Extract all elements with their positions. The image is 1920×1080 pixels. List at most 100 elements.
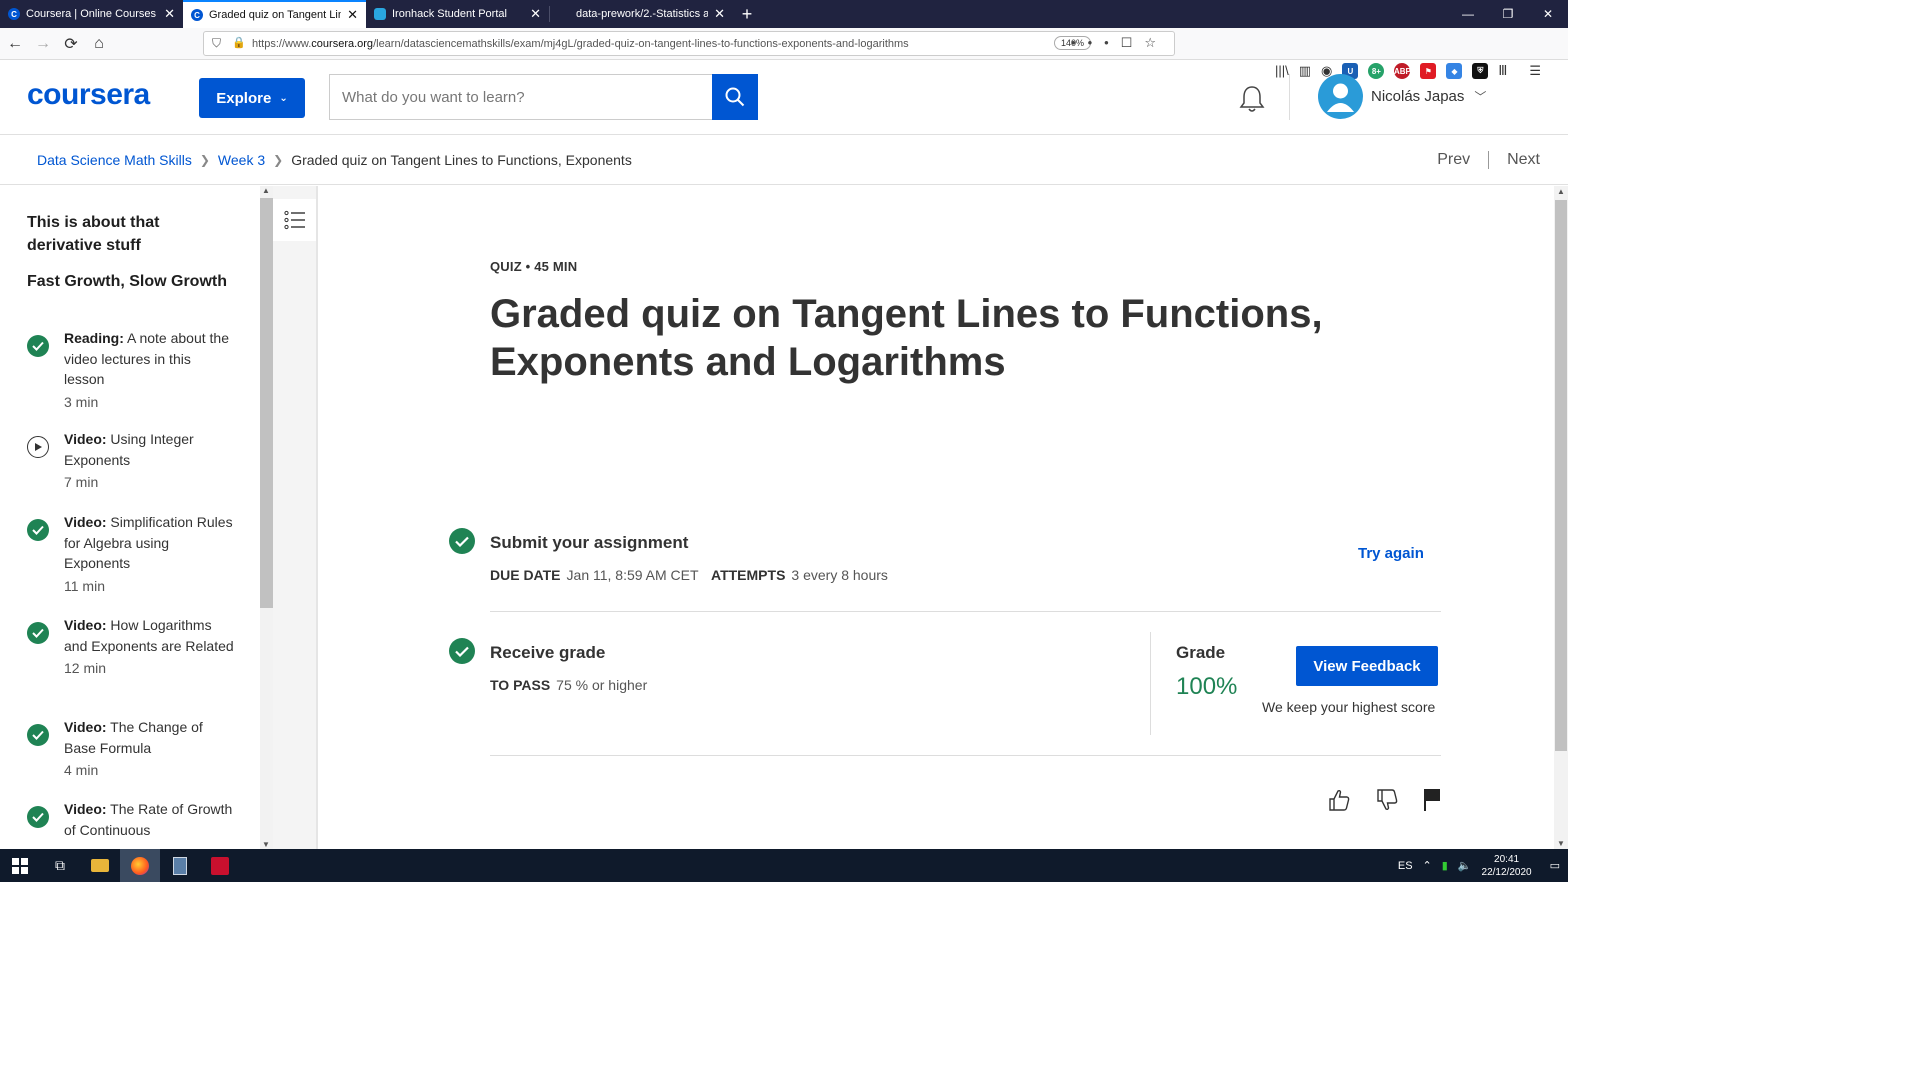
attempts: ATTEMPTS 3 every 8 hours [711, 567, 888, 583]
close-tab-icon[interactable]: ✕ [347, 7, 358, 23]
scrollbar-thumb[interactable] [1555, 200, 1567, 751]
notification-center-icon[interactable]: ▭ [1550, 859, 1560, 872]
coursera-favicon-icon: C [8, 8, 20, 20]
course-outline-sidebar: This is about that derivative stuff Fast… [0, 186, 260, 849]
main-scrollbar[interactable]: ▲ ▼ [1554, 186, 1568, 849]
input-language[interactable]: ES [1398, 860, 1413, 872]
search-icon [725, 87, 745, 107]
search-input[interactable]: What do you want to learn? [329, 74, 712, 120]
user-menu[interactable]: Nicolás Japas ﹀ [1371, 88, 1486, 105]
lock-icon[interactable]: 🔒 [232, 36, 246, 49]
minimize-icon[interactable]: — [1448, 0, 1488, 28]
scroll-down-icon[interactable]: ▼ [1557, 839, 1565, 848]
tab-graded-quiz[interactable]: C Graded quiz on Tangent Lines t ✕ [183, 0, 366, 28]
coursera-favicon-icon: C [191, 9, 203, 21]
breadcrumb-week-link[interactable]: Week 3 [218, 152, 265, 168]
avatar[interactable] [1318, 74, 1363, 119]
forward-icon[interactable]: → [30, 31, 56, 57]
try-again-button[interactable]: Try again [1358, 545, 1424, 562]
browser-tab-bar: C Coursera | Online Courses & Cr ✕ C Gra… [0, 0, 1568, 28]
play-video-icon [27, 436, 49, 458]
tab-coursera[interactable]: C Coursera | Online Courses & Cr ✕ [0, 0, 183, 28]
highest-score-note: We keep your highest score [1262, 699, 1436, 715]
breadcrumb-course-link[interactable]: Data Science Math Skills [37, 152, 192, 168]
battery-lock-icon[interactable]: ▮ [1442, 859, 1448, 872]
grade-label: Grade [1176, 643, 1226, 662]
notifications-bell-icon[interactable] [1238, 84, 1266, 119]
outline-toggle-rail [273, 186, 318, 849]
shield-icon[interactable]: ⛉ [212, 36, 221, 51]
quiz-main-panel: QUIZ • 45 MIN Graded quiz on Tangent Lin… [320, 186, 1554, 849]
grade-value: 100% [1176, 673, 1238, 700]
submit-assignment-heading: Submit your assignment [490, 533, 689, 552]
new-tab-button[interactable]: + [733, 0, 761, 28]
tab-ironhack[interactable]: Ironhack Student Portal ✕ [366, 0, 549, 28]
scroll-down-icon[interactable]: ▼ [262, 840, 270, 849]
quiz-kicker: QUIZ • 45 MIN [490, 259, 578, 274]
completed-check-icon [27, 724, 49, 746]
divider [490, 611, 1441, 612]
search-button[interactable] [712, 74, 758, 120]
prev-link[interactable]: Prev [1437, 151, 1470, 169]
tab-data-prework[interactable]: data-prework/2.-Statistics at m ✕ [550, 0, 733, 28]
chevron-down-icon: ﹀ [1474, 90, 1487, 104]
url-text: https://www.coursera.org/learn/datascien… [252, 37, 909, 50]
close-tab-icon[interactable]: ✕ [530, 6, 541, 22]
prev-next-nav: Prev Next [1437, 151, 1540, 169]
task-view-icon[interactable]: ⧉ [40, 849, 80, 882]
firefox-icon[interactable] [120, 849, 160, 882]
scroll-up-icon[interactable]: ▲ [262, 186, 270, 195]
thumbs-down-icon[interactable] [1375, 788, 1399, 812]
header-divider [1289, 74, 1290, 120]
receive-grade-heading: Receive grade [490, 643, 606, 662]
file-explorer-icon[interactable] [80, 849, 120, 882]
sidebar-scrollbar[interactable]: ▲ ▼ [260, 186, 273, 849]
page-actions[interactable]: •••☐☆ [1071, 35, 1168, 51]
window-controls: — ❐ ✕ [1448, 0, 1568, 28]
volume-icon[interactable]: 🔈 [1458, 859, 1472, 872]
back-icon[interactable]: ← [2, 31, 28, 57]
home-icon[interactable]: ⌂ [86, 31, 112, 57]
breadcrumb: Data Science Math Skills ❯ Week 3 ❯ Grad… [0, 135, 1568, 185]
page-title: Graded quiz on Tangent Lines to Function… [490, 292, 1323, 384]
scrollbar-thumb[interactable] [260, 198, 273, 608]
close-tab-icon[interactable]: ✕ [714, 6, 725, 22]
github-favicon-icon [558, 8, 570, 20]
chevron-right-icon: ❯ [273, 152, 284, 167]
windows-start-icon[interactable] [0, 849, 40, 882]
reload-icon[interactable]: ⟳ [58, 31, 84, 57]
outline-toggle-button[interactable] [273, 199, 316, 241]
close-tab-icon[interactable]: ✕ [164, 6, 175, 22]
view-feedback-button[interactable]: View Feedback [1296, 646, 1438, 686]
scroll-up-icon[interactable]: ▲ [1557, 187, 1565, 196]
close-window-icon[interactable]: ✕ [1528, 0, 1568, 28]
completed-check-icon [27, 519, 49, 541]
completed-check-icon [27, 806, 49, 828]
thumbs-up-icon[interactable] [1327, 788, 1351, 812]
lesson-subheading: Fast Growth, Slow Growth [27, 273, 227, 290]
divider [490, 755, 1441, 756]
coursera-logo[interactable]: coursera [27, 78, 150, 112]
system-tray: ES ⌃ ▮ 🔈 20:41 22/12/2020 ▭ [1398, 849, 1568, 882]
list-icon [283, 210, 305, 230]
chevron-up-icon[interactable]: ⌃ [1423, 859, 1432, 872]
explore-button[interactable]: Explore ⌄ [199, 78, 305, 118]
address-bar[interactable]: ⛉ 🔒 https://www.coursera.org/learn/datas… [203, 31, 1175, 56]
due-date: DUE DATE Jan 11, 8:59 AM CET [490, 567, 699, 583]
clock[interactable]: 20:41 22/12/2020 [1482, 853, 1532, 879]
next-link[interactable]: Next [1507, 151, 1540, 169]
restore-icon[interactable]: ❐ [1488, 0, 1528, 28]
acrobat-reader-icon[interactable] [200, 849, 240, 882]
completed-check-icon [27, 335, 49, 357]
breadcrumb-current: Graded quiz on Tangent Lines to Function… [291, 151, 632, 168]
browser-nav-bar: ← → ⟳ ⌂ ⛉ 🔒 https://www.coursera.org/lea… [0, 28, 1568, 79]
divider [1150, 632, 1151, 735]
windows-taskbar: ⧉ ES ⌃ ▮ 🔈 20:41 22/12/2020 ▭ [0, 849, 1568, 882]
nav-divider [1488, 151, 1490, 169]
flag-icon[interactable] [1423, 788, 1443, 812]
lesson-heading: This is about that derivative stuff [27, 214, 160, 254]
pass-threshold: TO PASS 75 % or higher [490, 677, 648, 693]
calculator-icon[interactable] [160, 849, 200, 882]
feedback-actions [1327, 788, 1443, 812]
ironhack-favicon-icon [374, 8, 386, 20]
